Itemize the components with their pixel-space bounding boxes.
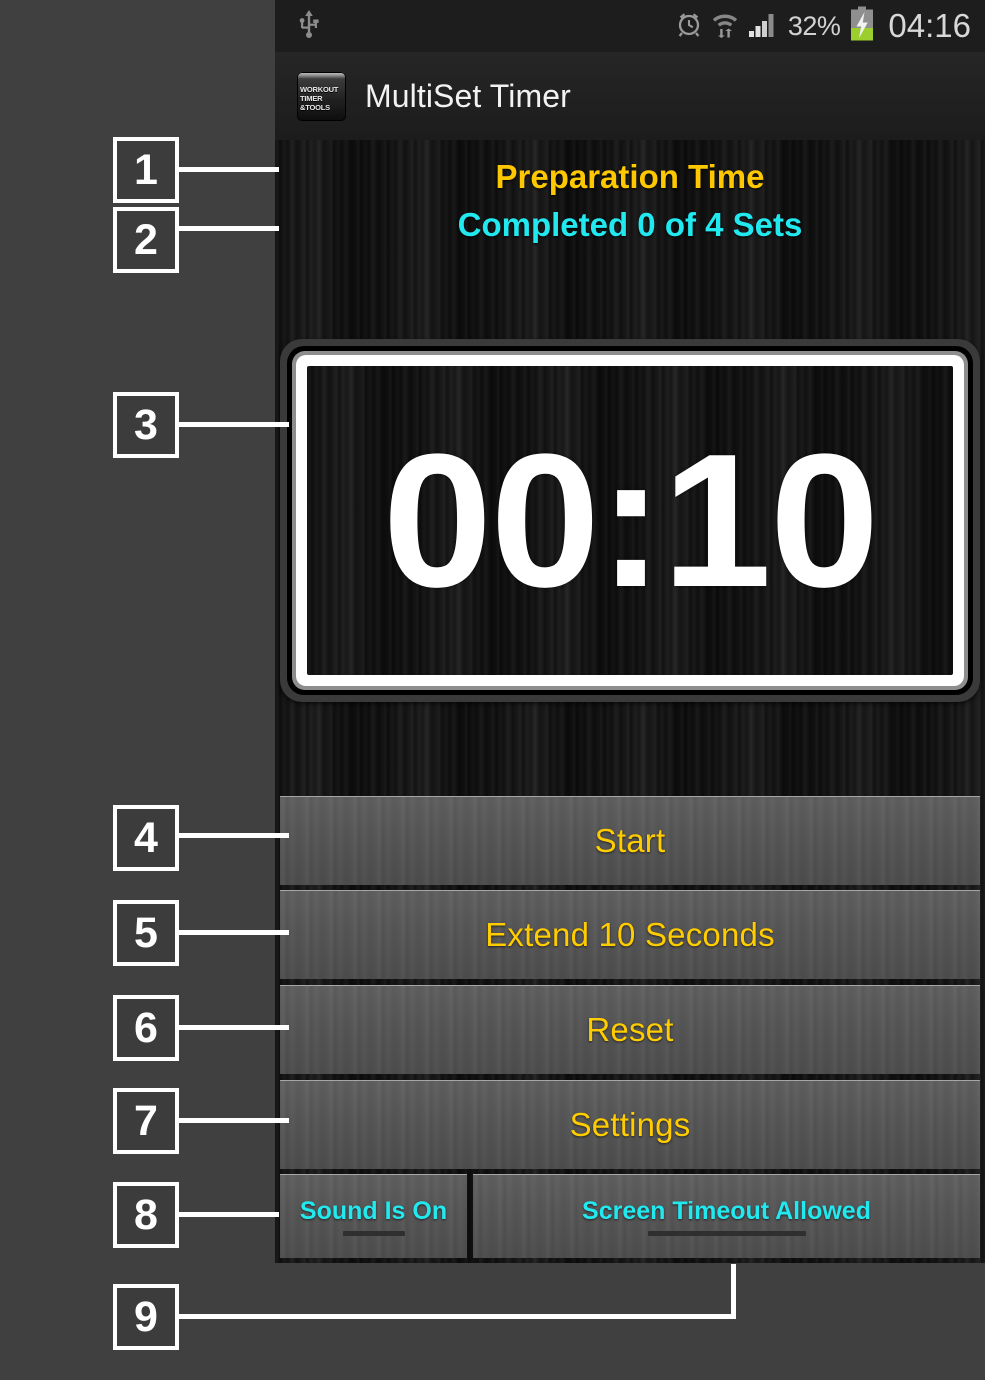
annotation-marker-5: 5 (113, 900, 179, 966)
battery-percent-label: 32% (787, 10, 841, 41)
annotation-leader-8 (179, 1212, 279, 1217)
annotation-leader-4 (179, 833, 289, 838)
start-button[interactable]: Start (280, 796, 980, 885)
app-icon-line-3: &TOOLS (300, 102, 330, 112)
timer-value: 00:10 (382, 414, 879, 627)
annotation-leader-1 (179, 167, 279, 172)
reset-button[interactable]: Reset (280, 985, 980, 1074)
sound-toggle-label: Sound Is On (299, 1197, 448, 1225)
action-bar: WORKOUT TIMER &TOOLS MultiSet Timer (275, 52, 985, 140)
extend-button[interactable]: Extend 10 Seconds (280, 890, 980, 979)
clock-label: 04:16 (888, 7, 971, 44)
app-icon-line-1: WORKOUT (300, 84, 339, 94)
app-icon-line-2: TIMER (300, 93, 323, 103)
phone-screen: 32% 04:16 WORKOUT TIMER &TOOLS MultiSet … (275, 0, 985, 1263)
extend-button-label: Extend 10 Seconds (485, 916, 775, 953)
sound-toggle-indicator (342, 1231, 405, 1236)
status-bar-right-group: 32% 04:16 (675, 6, 985, 47)
timer-bezel-black: 00:10 (287, 346, 973, 695)
annotation-leader-9-horizontal (179, 1314, 736, 1319)
annotation-marker-3: 3 (113, 392, 179, 458)
phase-label: Preparation Time (495, 158, 765, 195)
annotation-leader-5 (179, 930, 289, 935)
screen-timeout-toggle-indicator (647, 1231, 806, 1236)
screen-timeout-toggle-button[interactable]: Screen Timeout Allowed (473, 1174, 980, 1258)
annotation-leader-2 (179, 226, 279, 231)
app-content: Preparation Time Completed 0 of 4 Sets 0… (275, 140, 985, 1263)
start-button-label: Start (594, 822, 666, 859)
app-logo-icon: WORKOUT TIMER &TOOLS (297, 71, 346, 121)
annotation-marker-8: 8 (113, 1182, 179, 1248)
annotation-leader-9-vertical (731, 1264, 736, 1319)
cellular-signal-icon (747, 10, 779, 43)
annotation-marker-4: 4 (113, 805, 179, 871)
screen-timeout-toggle-label: Screen Timeout Allowed (582, 1197, 871, 1225)
annotation-leader-7 (179, 1118, 289, 1123)
annotation-marker-6: 6 (113, 995, 179, 1061)
settings-button[interactable]: Settings (280, 1080, 980, 1169)
annotation-leader-3 (179, 422, 289, 427)
annotation-marker-2: 2 (113, 207, 179, 273)
battery-charging-icon (849, 6, 875, 47)
alarm-clock-icon (675, 10, 703, 43)
annotation-leader-6 (179, 1025, 289, 1030)
annotation-marker-7: 7 (113, 1088, 179, 1154)
settings-button-label: Settings (569, 1106, 691, 1143)
app-title: MultiSet Timer (365, 77, 571, 114)
timer-bezel-white: 00:10 (296, 355, 964, 686)
timer-display: 00:10 (280, 339, 980, 702)
timer-screen: 00:10 (307, 366, 953, 675)
timer-bezel-gray: 00:10 (292, 351, 968, 690)
sound-toggle-button[interactable]: Sound Is On (280, 1174, 467, 1258)
status-bar: 32% 04:16 (275, 0, 985, 52)
usb-icon (297, 9, 321, 44)
wifi-icon (712, 10, 738, 43)
sets-label: Completed 0 of 4 Sets (457, 206, 803, 243)
annotation-marker-9: 9 (113, 1284, 179, 1350)
annotation-marker-1: 1 (113, 137, 179, 203)
reset-button-label: Reset (586, 1011, 674, 1048)
headings-group: Preparation Time Completed 0 of 4 Sets (275, 140, 985, 250)
